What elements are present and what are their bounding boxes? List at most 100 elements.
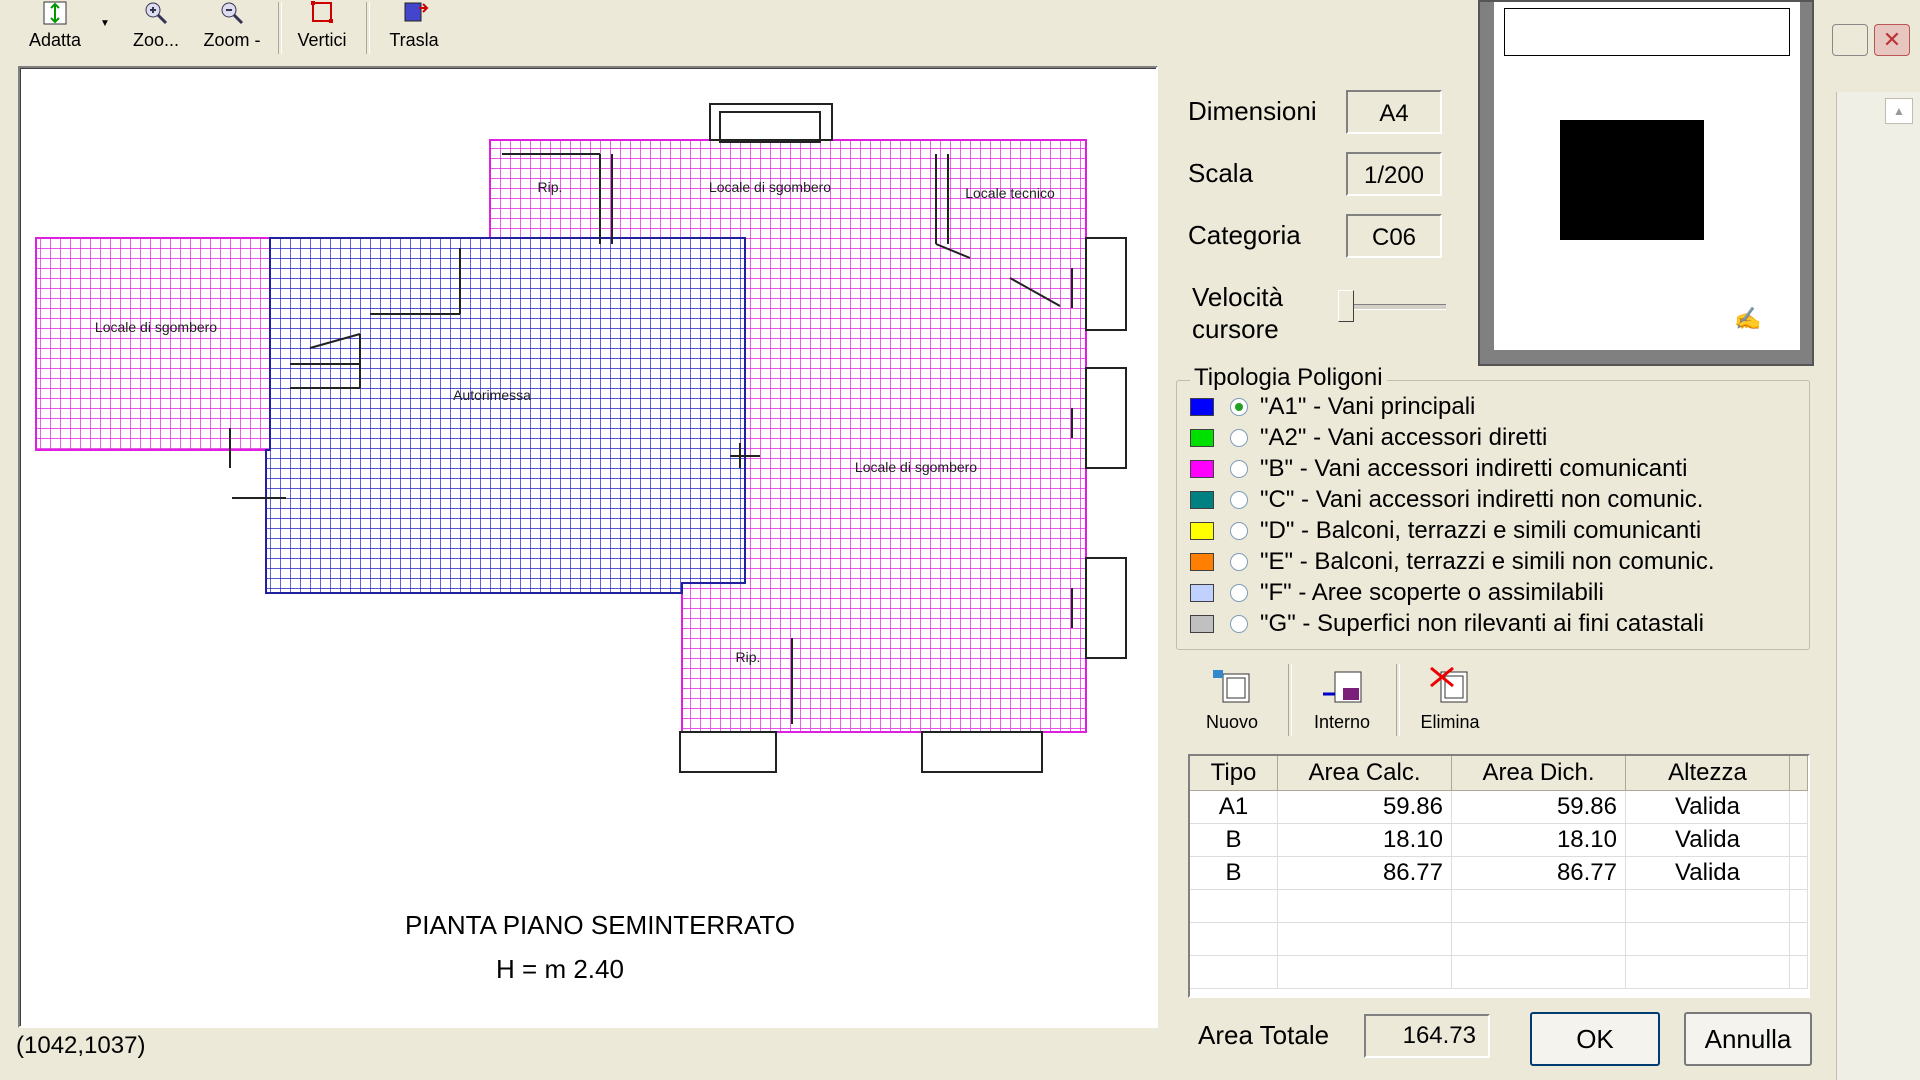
- vertices-icon: [311, 1, 333, 23]
- polygon-type-option[interactable]: "E" - Balconi, terrazzi e simili non com…: [1190, 547, 1715, 577]
- adatta-button[interactable]: Adatta: [18, 0, 92, 56]
- radio-button[interactable]: [1230, 460, 1248, 478]
- color-swatch: [1190, 429, 1214, 447]
- annulla-button[interactable]: Annulla: [1684, 1012, 1812, 1066]
- color-swatch: [1190, 615, 1214, 633]
- table-row[interactable]: [1190, 923, 1808, 956]
- polygon-table[interactable]: Tipo Area Calc. Area Dich. Altezza A1 59.…: [1188, 754, 1810, 998]
- scroll-up-icon[interactable]: ▲: [1885, 98, 1913, 124]
- interior-polygon-icon: [1323, 671, 1362, 703]
- preview-plan-thumbnail: [1560, 120, 1704, 240]
- elimina-button[interactable]: Elimina: [1398, 660, 1502, 738]
- categoria-field[interactable]: C06: [1346, 214, 1442, 258]
- table-cell: [1626, 923, 1790, 955]
- radio-button[interactable]: [1230, 522, 1248, 540]
- table-cell-filler: [1790, 956, 1808, 988]
- room-label: Locale tecnico: [965, 185, 1055, 201]
- table-row[interactable]: B 86.77 86.77 Valida: [1190, 857, 1808, 890]
- cursor-speed-slider-track[interactable]: [1338, 304, 1446, 310]
- radio-button[interactable]: [1230, 553, 1248, 571]
- dimensioni-label: Dimensioni: [1188, 96, 1317, 126]
- polygon-type-option[interactable]: "A2" - Vani accessori diretti: [1190, 423, 1547, 453]
- table-cell-filler: [1790, 857, 1808, 889]
- room-label: Locale di sgombero: [855, 459, 977, 475]
- polygon-type-option[interactable]: "A1" - Vani principali: [1190, 392, 1475, 422]
- zoom-in-button[interactable]: Zoo...: [120, 0, 192, 56]
- table-body: A1 59.86 59.86 Valida B 18.10 18.10 Valida B 86.7…: [1190, 791, 1808, 989]
- dimensioni-field[interactable]: A4: [1346, 90, 1442, 134]
- table-row[interactable]: [1190, 956, 1808, 989]
- room-label: Locale di sgombero: [709, 179, 831, 195]
- plan-canvas[interactable]: Rip. Locale di sgombero Locale tecnico L…: [18, 66, 1158, 1028]
- plan-height-label: H = m 2.40: [496, 954, 624, 984]
- scala-label: Scala: [1188, 158, 1254, 188]
- polygon-a1-autorimessa[interactable]: [265, 237, 746, 594]
- table-cell: A1: [1190, 791, 1278, 823]
- table-cell-filler: [1790, 890, 1808, 922]
- table-row[interactable]: B 18.10 18.10 Valida: [1190, 824, 1808, 857]
- scala-field[interactable]: 1/200: [1346, 152, 1442, 196]
- velocita-label: Velocità: [1192, 282, 1284, 312]
- new-polygon-icon: [1213, 670, 1250, 703]
- polygon-type-option[interactable]: "D" - Balconi, terrazzi e simili comunic…: [1190, 516, 1701, 546]
- radio-button[interactable]: [1230, 398, 1248, 416]
- radio-button[interactable]: [1230, 429, 1248, 447]
- polygon-type-option[interactable]: "F" - Aree scoperte o assimilabili: [1190, 578, 1604, 608]
- polygon-type-label: "A1" - Vani principali: [1260, 393, 1476, 420]
- table-cell: B: [1190, 824, 1278, 856]
- polygon-type-label: "G" - Superfici non rilevanti ai fini ca…: [1260, 610, 1704, 637]
- cursor-speed-slider-thumb[interactable]: [1338, 290, 1354, 322]
- nuovo-button[interactable]: Nuovo: [1180, 660, 1284, 738]
- radio-button[interactable]: [1230, 615, 1248, 633]
- table-cell: [1626, 956, 1790, 988]
- polygon-b-left[interactable]: [35, 237, 273, 451]
- trasla-button[interactable]: Trasla: [376, 0, 452, 56]
- page-preview[interactable]: ✍: [1478, 0, 1814, 366]
- restore-button[interactable]: [1832, 24, 1868, 56]
- toolbar: Adatta ▼ Zoo... Zoom - Vertici Trasla: [0, 0, 470, 58]
- radio-button[interactable]: [1230, 584, 1248, 602]
- table-cell: [1626, 890, 1790, 922]
- categoria-label: Categoria: [1188, 220, 1301, 250]
- vertical-scrollbar[interactable]: ▲: [1836, 92, 1920, 1080]
- polygon-type-label: "B" - Vani accessori indiretti comunican…: [1260, 455, 1688, 482]
- table-cell: [1190, 923, 1278, 955]
- close-button[interactable]: ✕: [1874, 24, 1910, 56]
- room-label: Locale di sgombero: [95, 319, 217, 335]
- table-cell: [1452, 890, 1626, 922]
- polygon-type-label: "E" - Balconi, terrazzi e simili non com…: [1260, 548, 1715, 575]
- polygon-type-option[interactable]: "G" - Superfici non rilevanti ai fini ca…: [1190, 609, 1704, 639]
- column-header-tipo[interactable]: Tipo: [1190, 756, 1278, 790]
- vertici-button[interactable]: Vertici: [286, 0, 358, 56]
- table-cell: 59.86: [1278, 791, 1452, 823]
- table-cell: [1190, 890, 1278, 922]
- table-cell: [1452, 923, 1626, 955]
- tipologia-title: Tipologia Poligoni: [1190, 364, 1387, 392]
- color-swatch: [1190, 522, 1214, 540]
- polygon-type-option[interactable]: "C" - Vani accessori indiretti non comun…: [1190, 485, 1703, 515]
- table-cell: 18.10: [1452, 824, 1626, 856]
- dropdown-arrow-icon[interactable]: ▼: [100, 18, 110, 29]
- zoom-out-button[interactable]: Zoom -: [196, 0, 268, 56]
- table-cell: 86.77: [1278, 857, 1452, 889]
- polygon-type-label: "A2" - Vani accessori diretti: [1260, 424, 1548, 451]
- polygon-type-option[interactable]: "B" - Vani accessori indiretti comunican…: [1190, 454, 1687, 484]
- table-cell: 86.77: [1452, 857, 1626, 889]
- table-cell: Valida: [1626, 791, 1790, 823]
- interno-button[interactable]: Interno: [1290, 660, 1394, 738]
- ok-button[interactable]: OK: [1530, 1012, 1660, 1066]
- table-cell: 59.86: [1452, 791, 1626, 823]
- table-cell-filler: [1790, 923, 1808, 955]
- table-cell: [1452, 956, 1626, 988]
- polygon-type-label: "C" - Vani accessori indiretti non comun…: [1260, 486, 1704, 513]
- table-row[interactable]: [1190, 890, 1808, 923]
- radio-button[interactable]: [1230, 491, 1248, 509]
- column-header-altezza[interactable]: Altezza: [1626, 756, 1790, 790]
- column-header-area-dich[interactable]: Area Dich.: [1452, 756, 1626, 790]
- room-label: Rip.: [538, 179, 563, 195]
- column-header-area-calc[interactable]: Area Calc.: [1278, 756, 1452, 790]
- fit-icon: [43, 1, 67, 25]
- table-cell: 18.10: [1278, 824, 1452, 856]
- table-row[interactable]: A1 59.86 59.86 Valida: [1190, 791, 1808, 824]
- table-header: Tipo Area Calc. Area Dich. Altezza: [1190, 756, 1808, 791]
